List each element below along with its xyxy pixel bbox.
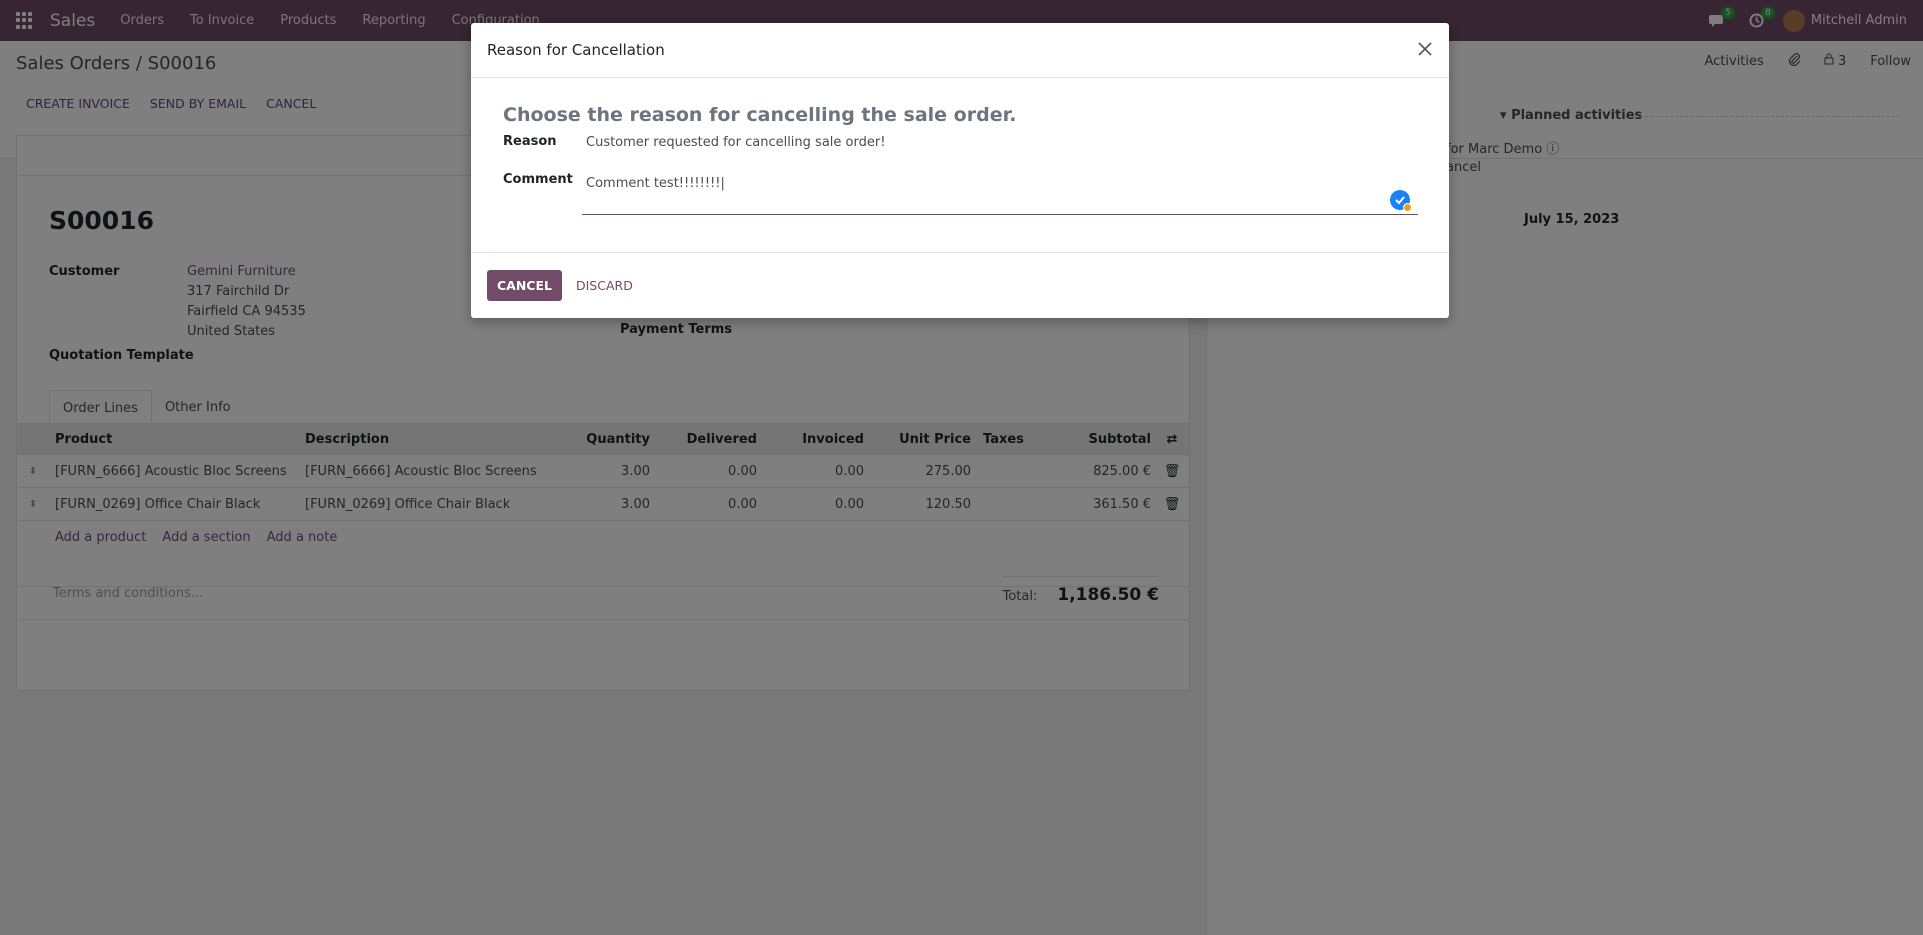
modal-title: Reason for Cancellation (487, 41, 665, 59)
modal-header: Reason for Cancellation (471, 23, 1449, 78)
modal-body: Choose the reason for cancelling the sal… (471, 78, 1449, 253)
modal-heading: Choose the reason for cancelling the sal… (503, 104, 1017, 126)
comment-input[interactable]: Comment test!!!!!!!!| (582, 170, 1418, 215)
reason-label: Reason (503, 134, 557, 149)
discard-button[interactable]: DISCARD (576, 278, 633, 293)
comment-label: Comment (503, 172, 573, 187)
comment-text: Comment test!!!!!!!!| (586, 176, 725, 191)
close-icon[interactable] (1415, 39, 1435, 59)
grammar-check-icon[interactable] (1390, 190, 1412, 212)
reason-field[interactable]: Customer requested for cancelling sale o… (586, 135, 885, 150)
modal-footer: CANCEL DISCARD (471, 253, 1449, 317)
confirm-cancel-button[interactable]: CANCEL (487, 269, 562, 301)
cancel-reason-dialog: Reason for Cancellation Choose the reaso… (471, 23, 1449, 318)
